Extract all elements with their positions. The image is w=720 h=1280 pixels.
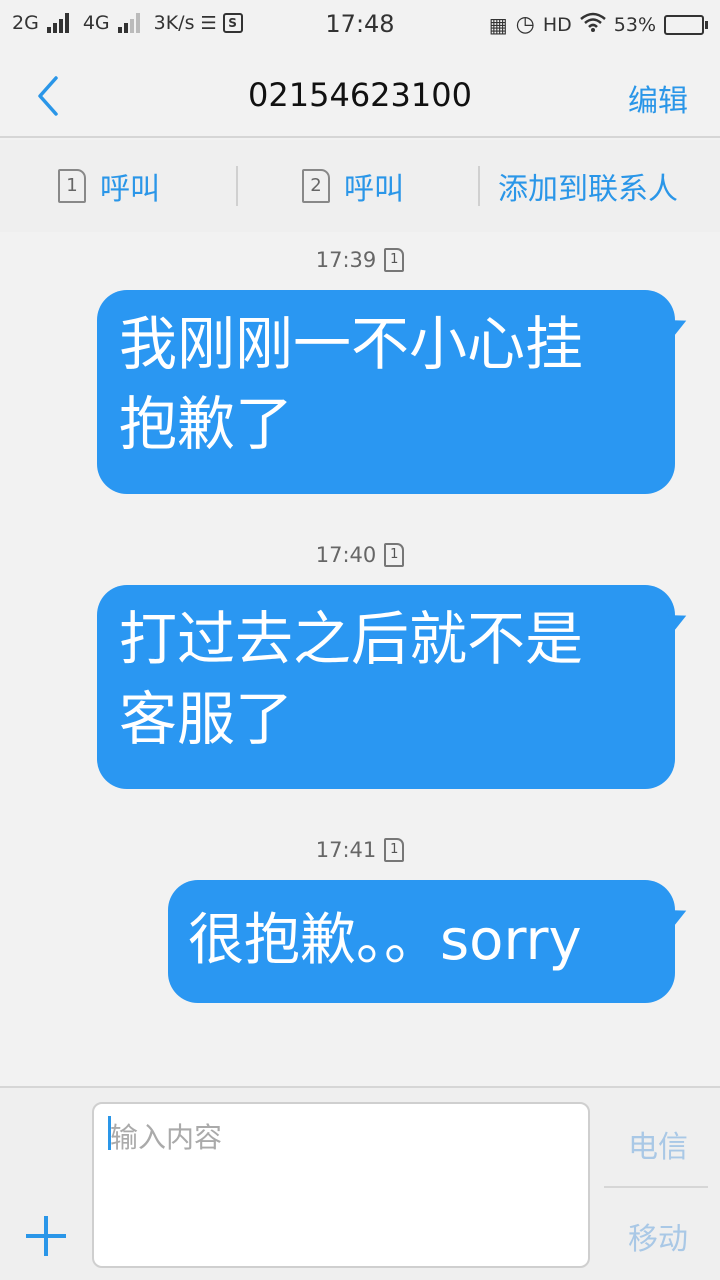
message-timestamp: 17:39 1 — [0, 248, 720, 272]
call-sim1-label: 呼叫 — [100, 172, 160, 207]
message-bubble[interactable]: 我刚刚一不小心挂 抱歉了 — [97, 290, 675, 494]
send-mobile-button[interactable]: 移动 — [628, 1214, 688, 1258]
title-bar: 02154623100 编辑 — [0, 52, 720, 138]
add-contact-label: 添加到联系人 — [498, 172, 678, 207]
composer: 输入内容 电信 移动 — [0, 1086, 720, 1280]
sim2-icon: 2 — [302, 169, 330, 203]
sim-icon: 1 — [384, 248, 405, 272]
action-divider — [236, 166, 238, 206]
vibrate-icon: ▦ — [488, 12, 508, 37]
status-right: ▦ ◷ HD 53% — [489, 12, 708, 37]
sim-icon: 1 — [384, 543, 405, 567]
call-sim2-label: 呼叫 — [344, 172, 404, 207]
conversation-title: 02154623100 — [248, 76, 472, 114]
timestamp-text: 17:39 — [315, 248, 377, 272]
send-telecom-button[interactable]: 电信 — [628, 1122, 688, 1166]
call-sim1-button[interactable]: 1 呼叫 — [58, 164, 160, 208]
alarm-icon: ◷ — [515, 12, 535, 37]
battery-icon — [664, 14, 708, 35]
message-bubble[interactable]: 很抱歉。。sorry — [168, 880, 675, 1003]
message-timestamp: 17:41 1 — [0, 838, 720, 862]
battery-percent: 53% — [613, 13, 656, 36]
action-bar: 1 呼叫 2 呼叫 添加到联系人 — [0, 140, 720, 232]
timestamp-text: 17:41 — [315, 838, 377, 862]
message-timestamp: 17:40 1 — [0, 543, 720, 567]
edit-button[interactable]: 编辑 — [628, 76, 688, 120]
add-attachment-button[interactable] — [26, 1216, 66, 1256]
call-sim2-button[interactable]: 2 呼叫 — [302, 164, 404, 208]
message-input[interactable]: 输入内容 — [92, 1102, 590, 1268]
message-bubble[interactable]: 打过去之后就不是 客服了 — [97, 585, 675, 789]
message-input-placeholder: 输入内容 — [110, 1121, 223, 1154]
hd-label: HD — [542, 13, 572, 36]
sim1-icon: 1 — [58, 169, 86, 203]
status-bar: 2G 4G 3K/s ☰ S 17:48 ▦ ◷ HD 53% — [0, 0, 720, 52]
action-divider — [478, 166, 480, 206]
timestamp-text: 17:40 — [315, 543, 377, 567]
sim-icon: 1 — [384, 838, 405, 862]
send-divider — [604, 1186, 708, 1188]
add-contact-button[interactable]: 添加到联系人 — [498, 164, 678, 208]
wifi-icon — [579, 12, 606, 37]
